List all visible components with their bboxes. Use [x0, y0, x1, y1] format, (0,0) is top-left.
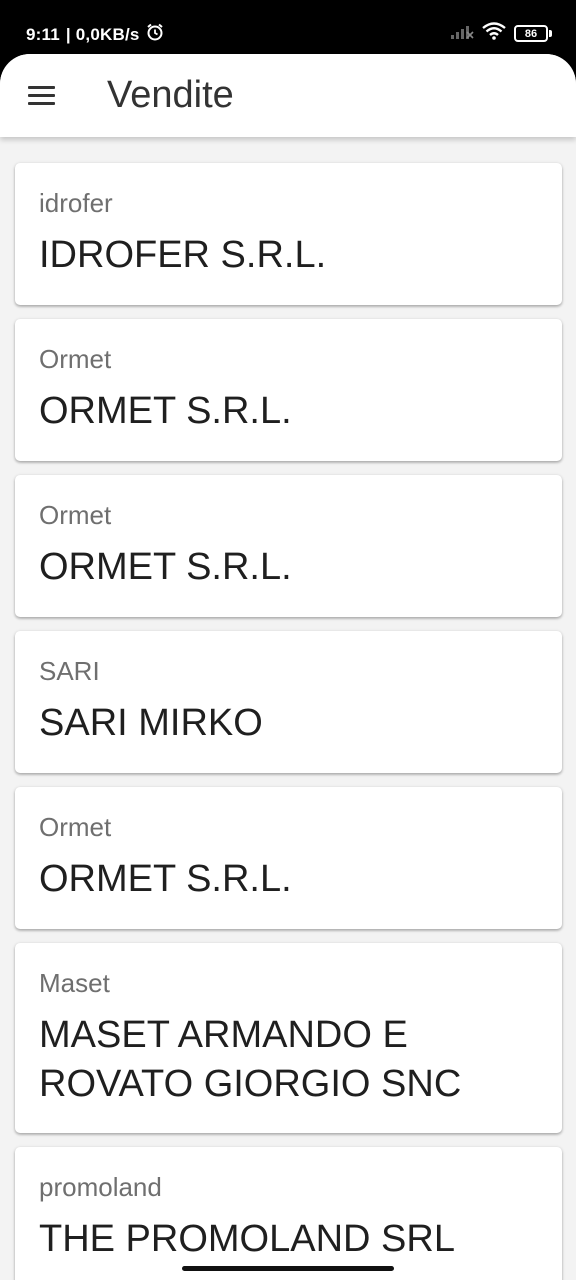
list-item-subtitle: Ormet: [39, 500, 112, 530]
battery-icon: 86: [514, 25, 552, 42]
list-item-subtitle: Maset: [39, 968, 110, 998]
list-item-subtitle: promoland: [39, 1172, 162, 1202]
list-item-title: ORMET S.R.L.: [39, 858, 292, 900]
list-item-subtitle: idrofer: [39, 188, 113, 218]
alarm-icon: [146, 23, 164, 46]
list-item-title: ORMET S.R.L.: [39, 546, 292, 588]
home-indicator[interactable]: [182, 1266, 394, 1271]
wifi-icon: [482, 22, 506, 45]
battery-level: 86: [514, 25, 548, 42]
list-item[interactable]: Ormet ORMET S.R.L.: [15, 319, 562, 461]
status-bar: 9:11 | 0,0KB/s 86: [0, 0, 576, 62]
list-item[interactable]: Ormet ORMET S.R.L.: [15, 787, 562, 929]
list-item[interactable]: SARI SARI MIRKO: [15, 631, 562, 773]
status-time: 9:11: [26, 24, 60, 44]
list-item-title: MASET ARMANDO E ROVATO GIORGIO SNC: [39, 1014, 462, 1105]
list-item-subtitle: Ormet: [39, 344, 112, 374]
signal-icon: [450, 23, 474, 44]
list-item-title: SARI MIRKO: [39, 702, 263, 744]
list-item-subtitle: SARI: [39, 656, 100, 686]
list-item[interactable]: Maset MASET ARMANDO E ROVATO GIORGIO SNC: [15, 943, 562, 1133]
status-left: 9:11 | 0,0KB/s: [26, 23, 164, 46]
hamburger-menu-icon[interactable]: [22, 76, 60, 114]
list-item-title: ORMET S.R.L.: [39, 390, 292, 432]
list-item-subtitle: Ormet: [39, 812, 112, 842]
list-item[interactable]: promoland THE PROMOLAND SRL: [15, 1147, 562, 1280]
list-item-title: IDROFER S.R.L.: [39, 234, 327, 276]
page-title: Vendite: [107, 74, 234, 116]
app-surface: Vendite idrofer IDROFER S.R.L. Ormet ORM…: [0, 54, 576, 1280]
list-item[interactable]: idrofer IDROFER S.R.L.: [15, 163, 562, 305]
status-network-speed: | 0,0KB/s: [65, 24, 140, 44]
sales-list: idrofer IDROFER S.R.L. Ormet ORMET S.R.L…: [0, 137, 576, 1280]
screen: 9:11 | 0,0KB/s 86 Vendite idrofer IDROFE…: [0, 0, 576, 1280]
app-bar: Vendite: [0, 54, 576, 137]
list-item[interactable]: Ormet ORMET S.R.L.: [15, 475, 562, 617]
status-right: 86: [450, 22, 552, 45]
